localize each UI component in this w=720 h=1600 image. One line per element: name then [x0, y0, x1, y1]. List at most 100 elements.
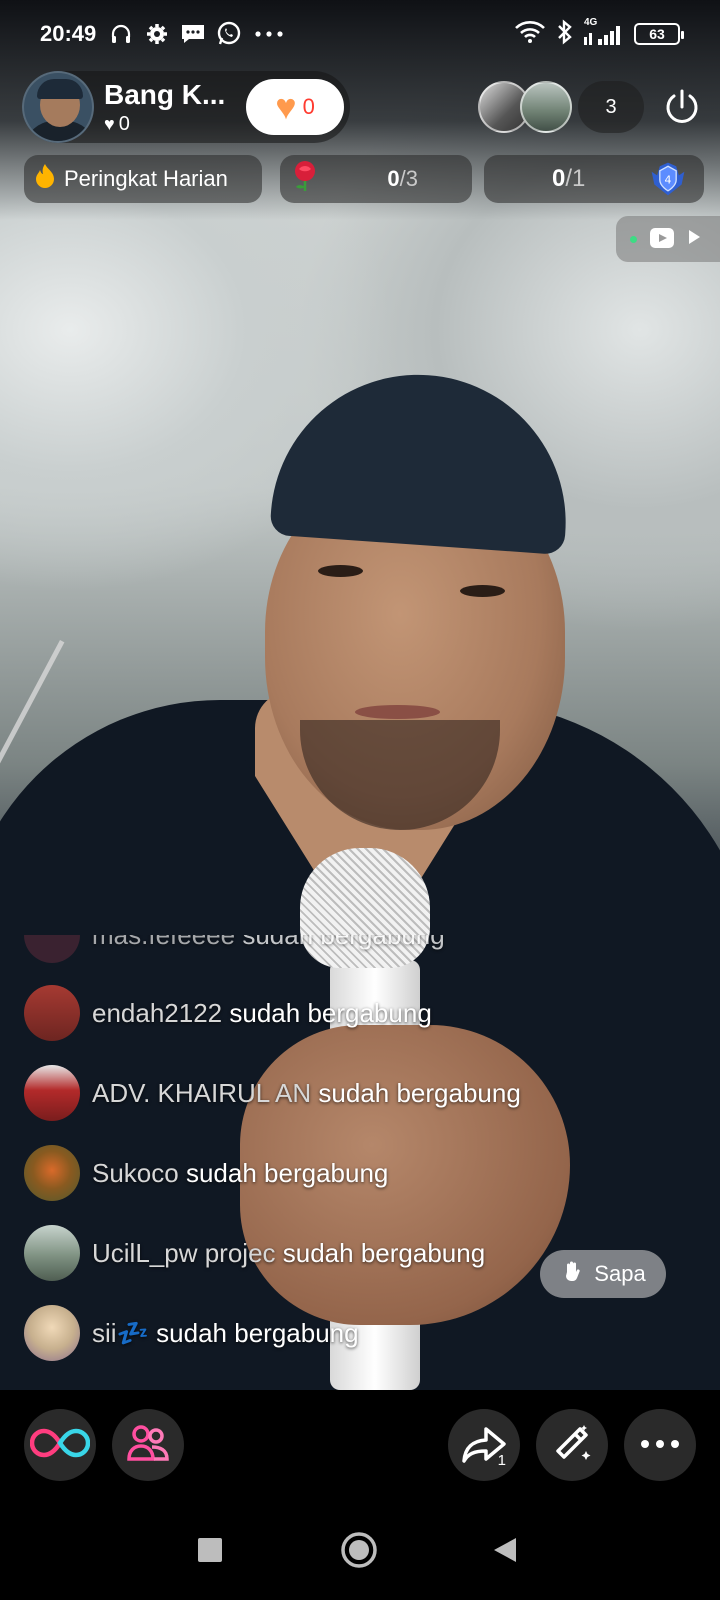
- share-button[interactable]: 1: [448, 1409, 520, 1481]
- circle-home-icon: [341, 1532, 377, 1568]
- feed-text: Sukoco sudah bergabung: [92, 1158, 388, 1189]
- streamer-eye-left: [318, 565, 363, 577]
- feed-message: sudah bergabung: [242, 935, 444, 950]
- feed-username[interactable]: endah2122: [92, 998, 222, 1028]
- feed-avatar[interactable]: [24, 985, 80, 1041]
- back-button[interactable]: [480, 1525, 530, 1575]
- feed-message: sudah bergabung: [229, 997, 432, 1028]
- flame-icon: [34, 163, 56, 195]
- system-nav-bar: [0, 1500, 720, 1600]
- gift-goal-current: 0: [387, 166, 400, 191]
- feed-message: sudah bergabung: [185, 1157, 389, 1188]
- feed-item: ADV. KHAIRUL AN sudah bergabung: [24, 1065, 704, 1121]
- host-likes-count: 0: [118, 112, 130, 135]
- host-name: Bang K...: [104, 78, 226, 110]
- feed-item: mas.fefeeee sudah bergabung: [24, 935, 704, 963]
- recents-button[interactable]: [185, 1525, 235, 1575]
- rose-icon: [290, 159, 320, 200]
- feed-username[interactable]: mas.fefeeee: [92, 935, 235, 950]
- wifi-icon: [514, 20, 546, 49]
- follow-count: 0: [302, 94, 315, 119]
- battery-level: 63: [649, 26, 665, 42]
- host-likes: ♥ 0: [104, 113, 234, 136]
- bluetooth-icon: [556, 18, 574, 50]
- feed-username[interactable]: UcilL_pw projec: [92, 1238, 276, 1268]
- gift-goal-total: /3: [399, 166, 418, 191]
- triangle-back-icon: [494, 1538, 516, 1562]
- daily-ranking-pill[interactable]: Peringkat Harian: [24, 155, 262, 203]
- join-feed: mas.fefeeee sudah bergabung endah2122 su…: [24, 935, 704, 1390]
- signal-icon: 4G: [584, 17, 624, 47]
- gear-icon: [144, 21, 170, 47]
- feed-item: Sukoco sudah bergabung: [24, 1145, 704, 1201]
- svg-text:4: 4: [665, 174, 672, 187]
- viewer-avatar[interactable]: [520, 81, 572, 133]
- follow-button[interactable]: ♥ 0: [246, 79, 344, 135]
- gift-goal-pill[interactable]: 0/3: [280, 155, 472, 203]
- gift-goal-progress: 0/3: [387, 166, 418, 192]
- feed-username[interactable]: ADV. KHAIRUL AN: [92, 1078, 311, 1108]
- live-dot-icon: [630, 235, 637, 243]
- viewer-count[interactable]: 3: [578, 81, 644, 133]
- battery-icon: 63: [634, 23, 684, 45]
- feed-text: sii💤 sudah bergabung: [92, 1318, 359, 1349]
- feed-avatar[interactable]: [24, 1305, 80, 1361]
- feed-username[interactable]: sii💤: [92, 1318, 149, 1348]
- viewer-list[interactable]: 3: [478, 79, 644, 135]
- task-goal-progress: 0/1: [552, 165, 585, 193]
- more-options-button[interactable]: [624, 1409, 696, 1481]
- camera-icon[interactable]: [649, 224, 675, 255]
- task-goal-pill[interactable]: 0/1 4: [484, 155, 704, 203]
- streamer-mouth: [355, 705, 440, 719]
- feed-avatar[interactable]: [24, 1065, 80, 1121]
- shield-badge-icon: 4: [648, 159, 688, 199]
- feed-username[interactable]: Sukoco: [92, 1158, 179, 1188]
- streamer-eye-right: [460, 585, 505, 597]
- feed-text: ADV. KHAIRUL AN sudah bergabung: [92, 1078, 521, 1109]
- sapa-button[interactable]: Sapa: [540, 1250, 666, 1298]
- more-dots-icon: [640, 1436, 680, 1454]
- more-dots-icon: [252, 21, 286, 47]
- feed-avatar[interactable]: [24, 935, 80, 963]
- host-info-pill[interactable]: Bang K... ♥ 0 ♥ 0: [22, 71, 350, 143]
- home-button[interactable]: [334, 1525, 384, 1575]
- feed-text: mas.fefeeee sudah bergabung: [92, 935, 445, 951]
- effects-button[interactable]: [536, 1409, 608, 1481]
- feed-avatar[interactable]: [24, 1145, 80, 1201]
- play-arrow-icon[interactable]: [687, 229, 701, 250]
- streamer-cap: [269, 364, 576, 556]
- orange-heart-icon: ♥: [275, 86, 297, 127]
- heart-icon: ♥: [104, 113, 115, 134]
- feed-item: sii💤 sudah bergabung: [24, 1305, 704, 1361]
- status-right-group: 4G 63: [514, 17, 684, 50]
- host-avatar[interactable]: [22, 71, 94, 143]
- message-icon: [180, 21, 206, 47]
- task-goal-current: 0: [552, 165, 566, 192]
- status-bar: 20:49 4G 63: [0, 0, 720, 68]
- network-type: 4G: [584, 17, 598, 28]
- link-loop-icon: [29, 1423, 91, 1468]
- task-goal-total: /1: [565, 165, 586, 192]
- share-count: 1: [497, 1452, 506, 1469]
- multi-guest-button[interactable]: [24, 1409, 96, 1481]
- host-info: Bang K... ♥ 0: [104, 79, 234, 136]
- square-icon: [198, 1538, 222, 1562]
- whatsapp-icon: [216, 21, 242, 47]
- sapa-label: Sapa: [594, 1261, 646, 1286]
- end-live-button[interactable]: [660, 85, 704, 129]
- power-icon: [666, 89, 698, 123]
- users-icon: [126, 1423, 170, 1468]
- daily-ranking-label: Peringkat Harian: [64, 166, 228, 191]
- feed-text: endah2122 sudah bergabung: [92, 998, 432, 1029]
- feed-message: sudah bergabung: [318, 1077, 521, 1108]
- feed-message: sudah bergabung: [156, 1317, 359, 1348]
- magic-wand-icon: [550, 1421, 594, 1470]
- guests-button[interactable]: [112, 1409, 184, 1481]
- feed-message: sudah bergabung: [282, 1237, 486, 1268]
- feed-avatar[interactable]: [24, 1225, 80, 1281]
- share-arrow-icon: 1: [460, 1423, 508, 1469]
- camera-control-panel[interactable]: [616, 216, 720, 262]
- bottom-action-bar: 1: [0, 1390, 720, 1500]
- wave-hand-icon: [560, 1259, 584, 1289]
- feed-item: endah2122 sudah bergabung: [24, 985, 704, 1041]
